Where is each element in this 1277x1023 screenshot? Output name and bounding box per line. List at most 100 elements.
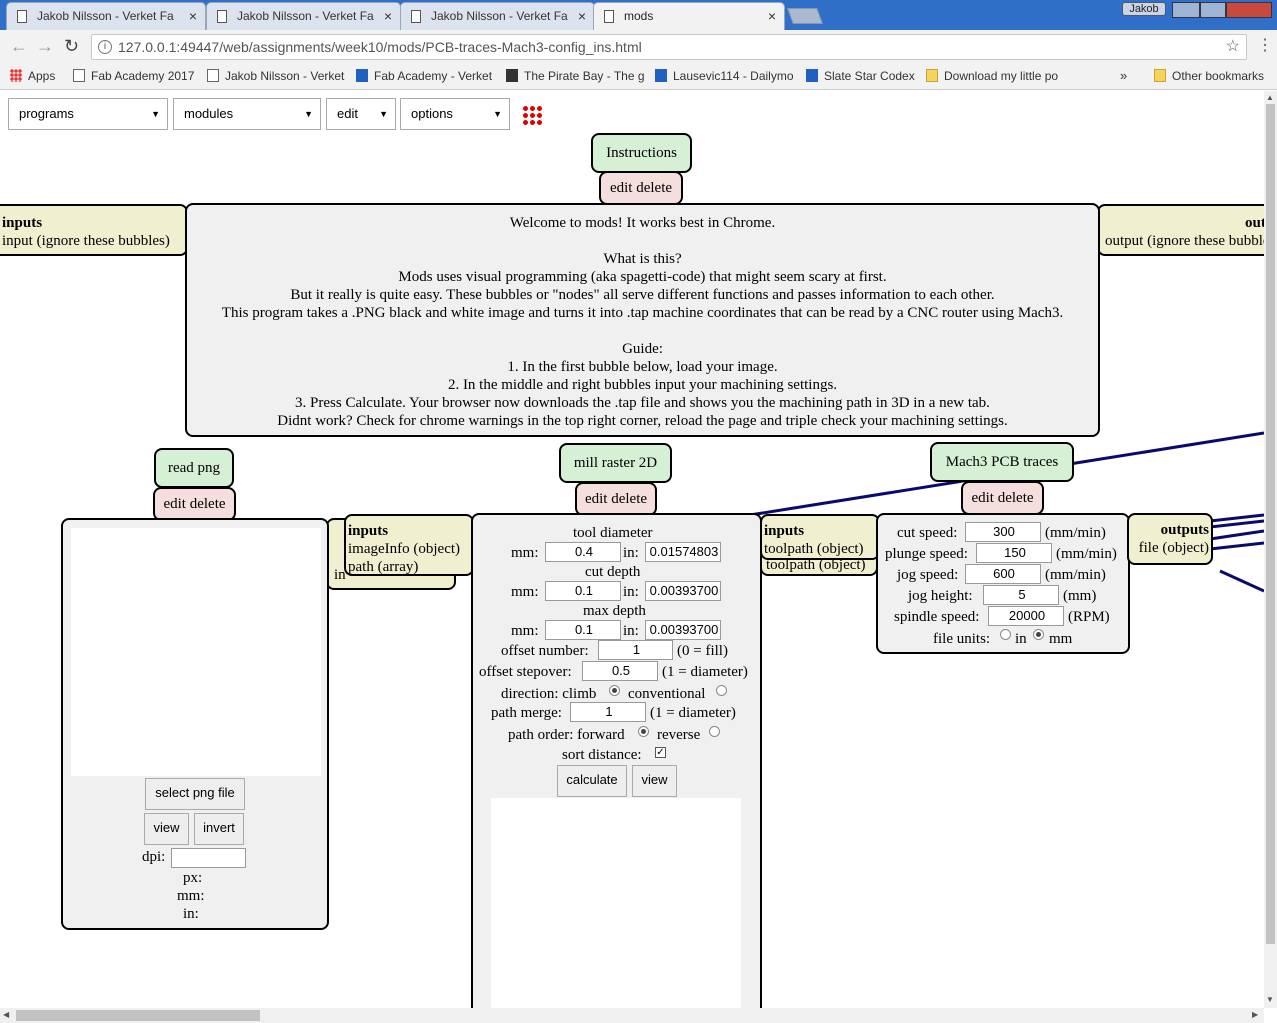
- bookmarks-overflow[interactable]: »: [1104, 68, 1127, 84]
- unit-mm-radio[interactable]: [1033, 629, 1044, 640]
- jog-speed-input[interactable]: 600: [965, 564, 1041, 584]
- bookmark-download[interactable]: Download my little po: [926, 68, 1058, 84]
- forward-radio[interactable]: [638, 726, 649, 737]
- plunge-speed-input[interactable]: 150: [976, 543, 1052, 563]
- mill-raster-outputs[interactable]: inputs toolpath (object): [760, 514, 880, 560]
- dropdown-arrow-icon: ▼: [304, 109, 313, 119]
- tab-mods[interactable]: mods ×: [593, 2, 785, 30]
- read-png-title[interactable]: read png: [154, 448, 234, 488]
- mach3-title[interactable]: Mach3 PCB traces: [930, 442, 1074, 482]
- chrome-menu-icon[interactable]: ⋮: [1257, 38, 1273, 54]
- in-label: in:: [623, 584, 639, 600]
- programs-select[interactable]: programs ▼: [8, 98, 168, 130]
- tab-1[interactable]: Jakob Nilsson - Verket Fa ×: [6, 2, 206, 30]
- select-value: modules: [184, 106, 234, 121]
- bookmark-slate-star-codex[interactable]: Slate Star Codex: [806, 68, 915, 84]
- read-png-edit-delete[interactable]: edit delete: [153, 487, 236, 521]
- invert-button[interactable]: invert: [194, 813, 244, 845]
- modules-select[interactable]: modules ▼: [173, 98, 321, 130]
- unit-in-radio[interactable]: [1000, 629, 1011, 640]
- instructions-edit-delete[interactable]: edit delete: [599, 171, 683, 205]
- wire: [1219, 569, 1264, 593]
- offset-stepover-label: offset stepover:: [479, 664, 572, 680]
- back-arrow-icon[interactable]: ←: [10, 36, 28, 56]
- tab-label: Jakob Nilsson - Verket Fa: [237, 9, 374, 23]
- maximize-button[interactable]: [1200, 2, 1226, 18]
- reverse-radio[interactable]: [709, 726, 720, 737]
- forward-arrow-icon[interactable]: →: [36, 36, 54, 56]
- instructions-title[interactable]: Instructions: [591, 133, 692, 173]
- conventional-radio[interactable]: [716, 685, 727, 696]
- sort-distance-label: sort distance:: [562, 747, 642, 763]
- page-icon: [604, 10, 614, 23]
- profile-button[interactable]: Jakob: [1122, 2, 1166, 16]
- jog-height-input[interactable]: 5: [983, 585, 1059, 605]
- bookmark-jakob-nilsson[interactable]: Jakob Nilsson - Verket: [207, 68, 344, 84]
- offset-number-label: offset number:: [501, 643, 589, 659]
- mill-raster-edit-delete[interactable]: edit delete: [575, 482, 657, 516]
- bookmark-fab-academy-verket[interactable]: Fab Academy - Verket: [356, 68, 492, 84]
- offset-stepover-input[interactable]: 0.5: [582, 661, 658, 681]
- cut-depth-label: cut depth: [585, 564, 641, 580]
- vertical-scroll-thumb[interactable]: [1266, 104, 1275, 944]
- scroll-down-arrow-icon[interactable]: ▼: [1266, 995, 1274, 1004]
- instruction-line: Guide:: [622, 341, 663, 357]
- tab-2[interactable]: Jakob Nilsson - Verket Fa ×: [206, 2, 401, 30]
- bookmark-other[interactable]: Other bookmarks: [1154, 68, 1264, 84]
- new-tab-button[interactable]: [787, 8, 823, 24]
- in-label: in:: [183, 906, 199, 922]
- close-tab-icon[interactable]: ×: [578, 3, 586, 29]
- scroll-left-arrow-icon[interactable]: ◀: [3, 1010, 9, 1019]
- offset-number-input[interactable]: 1: [598, 640, 673, 660]
- max-in-input[interactable]: 0.00393700: [645, 620, 721, 640]
- edit-select[interactable]: edit ▼: [326, 98, 396, 130]
- cut-mm-input[interactable]: 0.1: [545, 581, 621, 601]
- instructions-inputs[interactable]: inputs input (ignore these bubbles): [0, 204, 188, 256]
- spindle-speed-input[interactable]: 20000: [988, 606, 1064, 626]
- path-merge-input[interactable]: 1: [570, 702, 646, 722]
- info-icon[interactable]: i: [98, 40, 112, 54]
- tab-label: Jakob Nilsson - Verket Fa: [37, 9, 174, 23]
- tool-mm-input[interactable]: 0.4: [545, 542, 621, 562]
- options-select[interactable]: options ▼: [400, 98, 510, 130]
- page-icon: [207, 69, 219, 82]
- scroll-up-arrow-icon[interactable]: ▲: [1266, 93, 1274, 102]
- read-png-outputs[interactable]: inputs imageInfo (object) path (array): [344, 514, 474, 576]
- spindle-speed-unit: (RPM): [1068, 609, 1110, 625]
- cut-speed-input[interactable]: 300: [965, 522, 1041, 542]
- minimize-button[interactable]: [1172, 2, 1200, 18]
- close-tab-icon[interactable]: ×: [384, 3, 392, 29]
- dpi-input[interactable]: [171, 848, 246, 868]
- reload-icon[interactable]: ↻: [64, 36, 79, 56]
- instructions-outputs[interactable]: outputs output (ignore these bubbles): [1097, 204, 1264, 256]
- mods-logo-icon[interactable]: [522, 105, 542, 125]
- bookmark-fab-academy-2017[interactable]: Fab Academy 2017: [73, 68, 194, 84]
- bookmark-apps[interactable]: Apps: [10, 68, 55, 84]
- tool-in-input[interactable]: 0.01574803: [645, 542, 721, 562]
- bookmark-pirate-bay[interactable]: The Pirate Bay - The g: [506, 68, 645, 84]
- mach3-outputs[interactable]: outputs file (object): [1127, 513, 1213, 565]
- sort-distance-checkbox[interactable]: ✓: [655, 747, 666, 758]
- horizontal-scroll-thumb[interactable]: [16, 1010, 260, 1021]
- tool-diameter-label: tool diameter: [573, 525, 653, 541]
- close-window-button[interactable]: [1226, 2, 1272, 18]
- calculate-button[interactable]: calculate: [557, 765, 627, 797]
- mill-raster-title[interactable]: mill raster 2D: [559, 443, 672, 483]
- max-mm-input[interactable]: 0.1: [545, 620, 621, 640]
- mods-canvas[interactable]: programs ▼ modules ▼ edit ▼ options ▼ Instru…: [0, 91, 1264, 1008]
- bookmark-star-icon[interactable]: ☆: [1226, 35, 1240, 59]
- view-button[interactable]: view: [632, 765, 677, 797]
- path-merge-label: path merge:: [491, 705, 562, 721]
- tab-3[interactable]: Jakob Nilsson - Verket Fa ×: [400, 2, 595, 30]
- cut-in-input[interactable]: 0.00393700: [645, 581, 721, 601]
- close-tab-icon[interactable]: ×: [768, 3, 776, 29]
- close-tab-icon[interactable]: ×: [189, 3, 197, 29]
- view-button[interactable]: view: [144, 813, 189, 845]
- climb-radio[interactable]: [609, 685, 620, 696]
- bookmark-dailymotion[interactable]: Lausevic114 - Dailymo: [655, 68, 794, 84]
- address-bar[interactable]: i 127.0.0.1:49447/web/assignments/week10…: [91, 34, 1247, 60]
- scroll-right-arrow-icon[interactable]: ▶: [1252, 1010, 1258, 1019]
- mach3-edit-delete[interactable]: edit delete: [961, 481, 1044, 515]
- tab-label: mods: [624, 9, 654, 23]
- select-png-button[interactable]: select png file: [145, 778, 245, 810]
